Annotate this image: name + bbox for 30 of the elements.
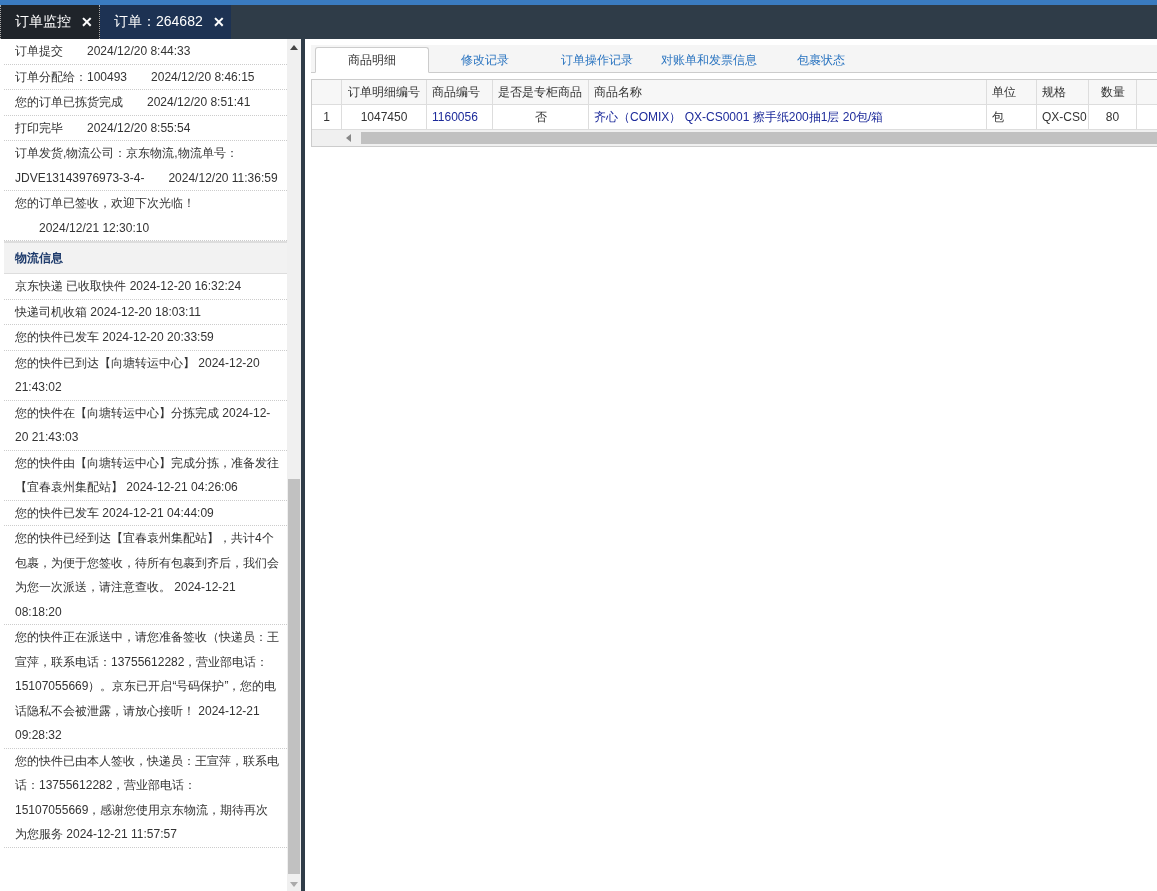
- left-arrow-icon[interactable]: [346, 134, 351, 142]
- column-header[interactable]: 单位: [987, 80, 1037, 104]
- close-button[interactable]: ✕: [212, 14, 225, 30]
- table-cell: 否: [493, 105, 589, 129]
- detail-tab[interactable]: 商品明细: [315, 47, 429, 73]
- column-header[interactable]: 商品编号: [427, 80, 493, 104]
- close-button[interactable]: ✕: [81, 14, 93, 30]
- horizontal-scrollbar[interactable]: [312, 130, 1157, 146]
- column-header[interactable]: 规格: [1037, 80, 1089, 104]
- table-cell: 包: [987, 105, 1037, 129]
- table-cell: 80: [1089, 105, 1137, 129]
- table-cell: QX-CS0: [1037, 105, 1089, 129]
- up-arrow-icon[interactable]: [290, 45, 298, 50]
- scrollbar[interactable]: [287, 39, 301, 891]
- row-number: 1: [312, 105, 342, 129]
- section-title: 物流信息: [4, 241, 287, 274]
- column-header[interactable]: 数量: [1089, 80, 1137, 104]
- table-cell: 1047450: [342, 105, 427, 129]
- page-tab[interactable]: 订单监控 ✕: [0, 5, 100, 39]
- detail-tab[interactable]: 对账单和发票信息: [653, 48, 765, 72]
- page-tab[interactable]: 订单：264682 ✕: [100, 5, 231, 39]
- detail-tab[interactable]: 包裹状态: [765, 48, 877, 72]
- column-header[interactable]: 订单明细编号: [342, 80, 427, 104]
- column-header[interactable]: 商品名称: [589, 80, 987, 104]
- column-header[interactable]: 是否是专柜商品: [493, 80, 589, 104]
- detail-tab[interactable]: 订单操作记录: [541, 48, 653, 72]
- table-link[interactable]: 1160056: [427, 105, 493, 129]
- down-arrow-icon[interactable]: [290, 882, 298, 887]
- table-link[interactable]: 齐心（COMIX） QX-CS0001 擦手纸200抽1层 20包/箱: [589, 105, 987, 129]
- detail-tab[interactable]: 修改记录: [429, 48, 541, 72]
